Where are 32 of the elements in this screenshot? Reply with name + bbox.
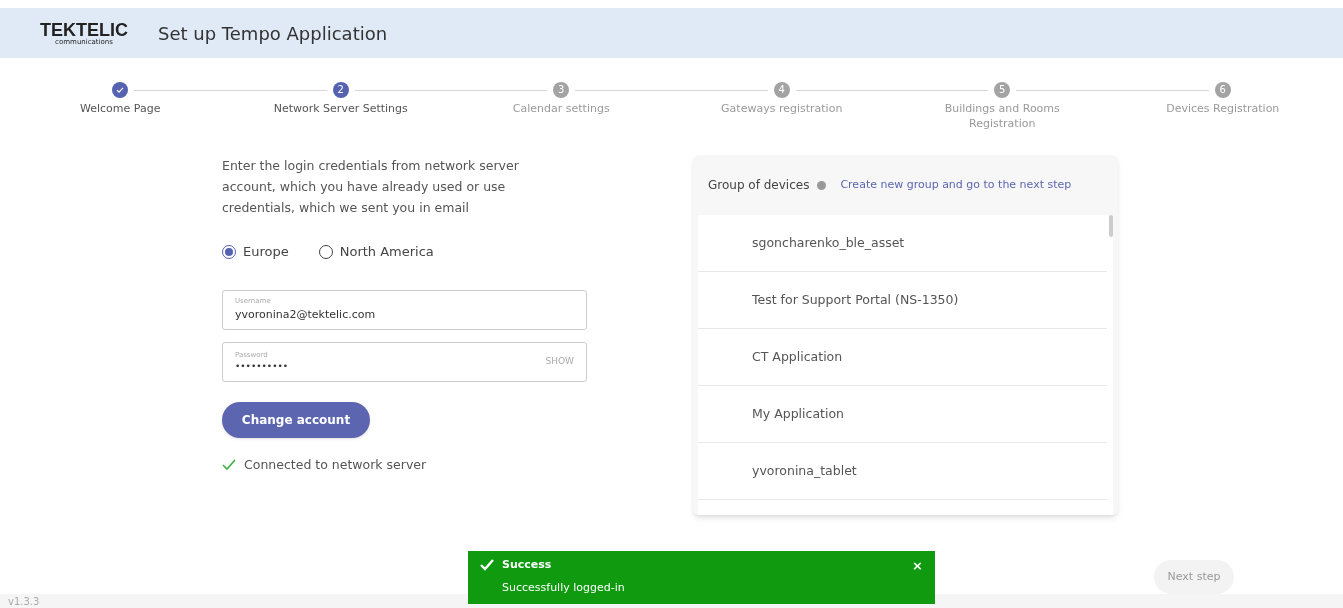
step-label: Welcome Page: [79, 101, 162, 116]
device-group-row[interactable]: Test for Support Portal (NS-1350): [698, 272, 1107, 329]
version-label: v1.3.3: [8, 594, 40, 608]
step-label: Calendar settings: [511, 101, 611, 116]
checkmark-icon: [222, 458, 236, 471]
connection-status: Connected to network server: [244, 455, 427, 474]
step-label: Network Server Settings: [272, 101, 409, 116]
instructions-text: Enter the login credentials from network server account, which you have already used or use credentials, which we sent you in email: [222, 157, 520, 217]
step-label: Devices Registration: [1165, 101, 1281, 116]
step-label: Gateways registration: [720, 101, 844, 116]
step-number: 3: [553, 82, 570, 98]
device-group-row[interactable]: yvoronina_tablet: [698, 443, 1107, 500]
region-radio[interactable]: Europe: [222, 242, 289, 262]
step-label: Buildings and Rooms Registration: [943, 101, 1061, 131]
step-number: 2: [332, 82, 349, 98]
close-button[interactable]: ×: [912, 558, 923, 572]
checkmark-icon: [480, 559, 494, 572]
panel-title: Group of devices: [708, 177, 810, 194]
device-group-row[interactable]: sgoncharenko_ble_asset: [698, 215, 1107, 272]
change-account-button[interactable]: Change account: [222, 401, 370, 438]
device-group-row[interactable]: My Application: [698, 386, 1107, 443]
scrollbar[interactable]: [1109, 215, 1113, 237]
device-group-row[interactable]: CT Application: [698, 329, 1107, 386]
info-icon: [817, 180, 827, 190]
step-number: 5: [994, 82, 1011, 98]
toast-message: Successfully logged-in: [502, 579, 626, 596]
toast-title: Success: [502, 557, 552, 573]
region-radio[interactable]: North America: [318, 242, 434, 262]
page-title: Set up Tempo Application: [158, 21, 388, 46]
create-group-link[interactable]: Create new group and go to the next step: [840, 176, 1072, 194]
step-number: 6: [1214, 82, 1231, 98]
step-number: 4: [773, 82, 790, 98]
